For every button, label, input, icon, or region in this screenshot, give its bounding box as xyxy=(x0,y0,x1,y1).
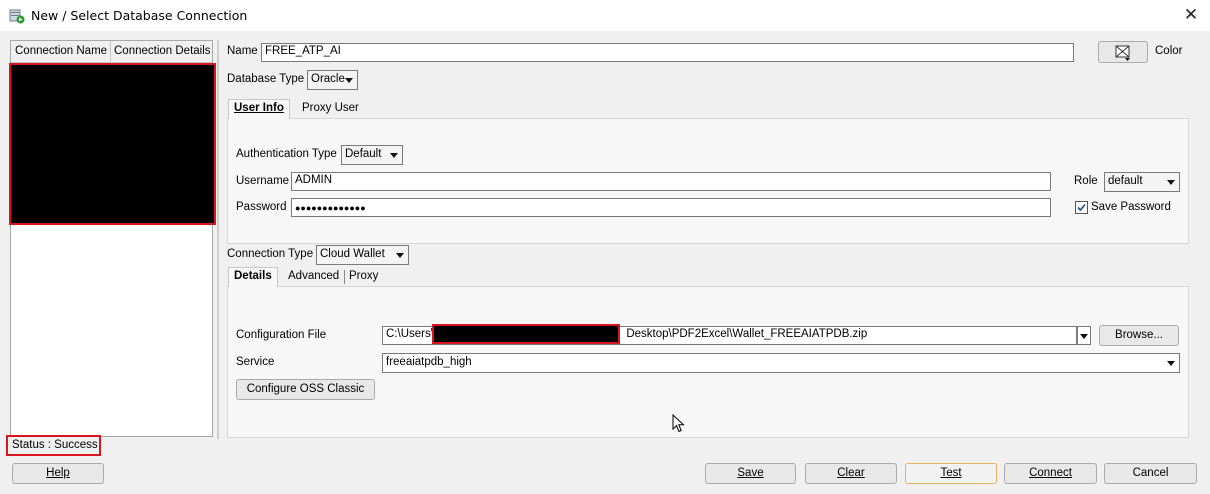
tab-details[interactable]: Details xyxy=(228,267,278,287)
authentication-type-value: Default xyxy=(345,148,382,160)
name-label: Name xyxy=(227,45,258,57)
save-button[interactable]: Save xyxy=(705,463,796,484)
chevron-down-icon xyxy=(1167,361,1175,366)
username-label: Username xyxy=(236,175,290,187)
help-button[interactable]: Help xyxy=(12,463,104,484)
color-picker-icon xyxy=(1115,45,1130,61)
connection-type-label: Connection Type xyxy=(227,248,314,260)
role-label: Role xyxy=(1074,175,1098,187)
database-type-value: Oracle xyxy=(311,73,345,85)
connection-list-header: Connection Name Connection Details xyxy=(11,41,212,63)
chevron-down-icon xyxy=(390,153,398,158)
close-icon[interactable]: ✕ xyxy=(1176,3,1206,27)
browse-button[interactable]: Browse... xyxy=(1099,325,1179,346)
chevron-down-icon xyxy=(1167,180,1175,185)
configuration-file-dropdown[interactable] xyxy=(1077,326,1091,345)
clear-button[interactable]: Clear xyxy=(805,463,897,484)
chevron-down-icon xyxy=(1080,334,1088,339)
redacted-connection-entries xyxy=(9,63,216,225)
test-button[interactable]: Test xyxy=(905,463,997,484)
connection-type-value: Cloud Wallet xyxy=(320,248,385,260)
window-title: New / Select Database Connection xyxy=(31,8,248,23)
role-select[interactable]: default xyxy=(1104,172,1180,192)
color-button[interactable] xyxy=(1098,41,1148,63)
column-connection-details[interactable]: Connection Details xyxy=(114,45,211,57)
connection-type-select[interactable]: Cloud Wallet xyxy=(316,245,409,265)
database-type-label: Database Type xyxy=(227,73,305,85)
chevron-down-icon xyxy=(396,253,404,258)
tab-proxy[interactable]: Proxy xyxy=(349,270,378,282)
username-input[interactable]: ADMIN xyxy=(291,172,1051,191)
mouse-pointer-icon xyxy=(672,414,685,433)
service-value: freeaiatpdb_high xyxy=(386,356,472,368)
column-connection-name[interactable]: Connection Name xyxy=(15,45,107,57)
service-label: Service xyxy=(236,356,275,368)
configure-oss-classic-button[interactable]: Configure OSS Classic xyxy=(236,379,375,400)
connect-button[interactable]: Connect xyxy=(1004,463,1097,484)
configuration-file-prefix: C:\Users\ xyxy=(386,328,434,340)
title-bar: New / Select Database Connection ✕ xyxy=(0,0,1210,31)
tab-proxy-user[interactable]: Proxy User xyxy=(302,102,359,114)
password-label: Password xyxy=(236,201,287,213)
connection-list[interactable]: Connection Name Connection Details xyxy=(9,40,216,437)
database-type-select[interactable]: Oracle xyxy=(307,70,358,90)
authentication-type-label: Authentication Type xyxy=(236,148,337,160)
save-password-checkbox[interactable] xyxy=(1075,201,1088,214)
chevron-down-icon xyxy=(345,78,353,83)
checkmark-icon xyxy=(1077,203,1086,212)
configuration-file-label: Configuration File xyxy=(236,329,327,341)
color-label: Color xyxy=(1155,45,1183,57)
database-connection-icon xyxy=(9,8,25,24)
service-select[interactable]: freeaiatpdb_high xyxy=(382,353,1180,373)
role-value: default xyxy=(1108,175,1143,187)
authentication-type-select[interactable]: Default xyxy=(341,145,403,165)
password-input[interactable]: ●●●●●●●●●●●●● xyxy=(291,198,1051,217)
configuration-file-suffix: Desktop\PDF2Excel\Wallet_FREEAIATPDB.zip xyxy=(626,328,868,340)
panel-splitter[interactable] xyxy=(217,40,219,439)
status-text: Status : Success xyxy=(6,435,101,456)
redacted-user-path xyxy=(432,324,620,344)
tab-advanced[interactable]: Advanced xyxy=(288,270,339,282)
save-password-label: Save Password xyxy=(1091,201,1171,213)
tab-user-info[interactable]: User Info xyxy=(228,99,290,119)
name-input[interactable]: FREE_ATP_AI xyxy=(261,43,1074,62)
cancel-button[interactable]: Cancel xyxy=(1104,463,1197,484)
